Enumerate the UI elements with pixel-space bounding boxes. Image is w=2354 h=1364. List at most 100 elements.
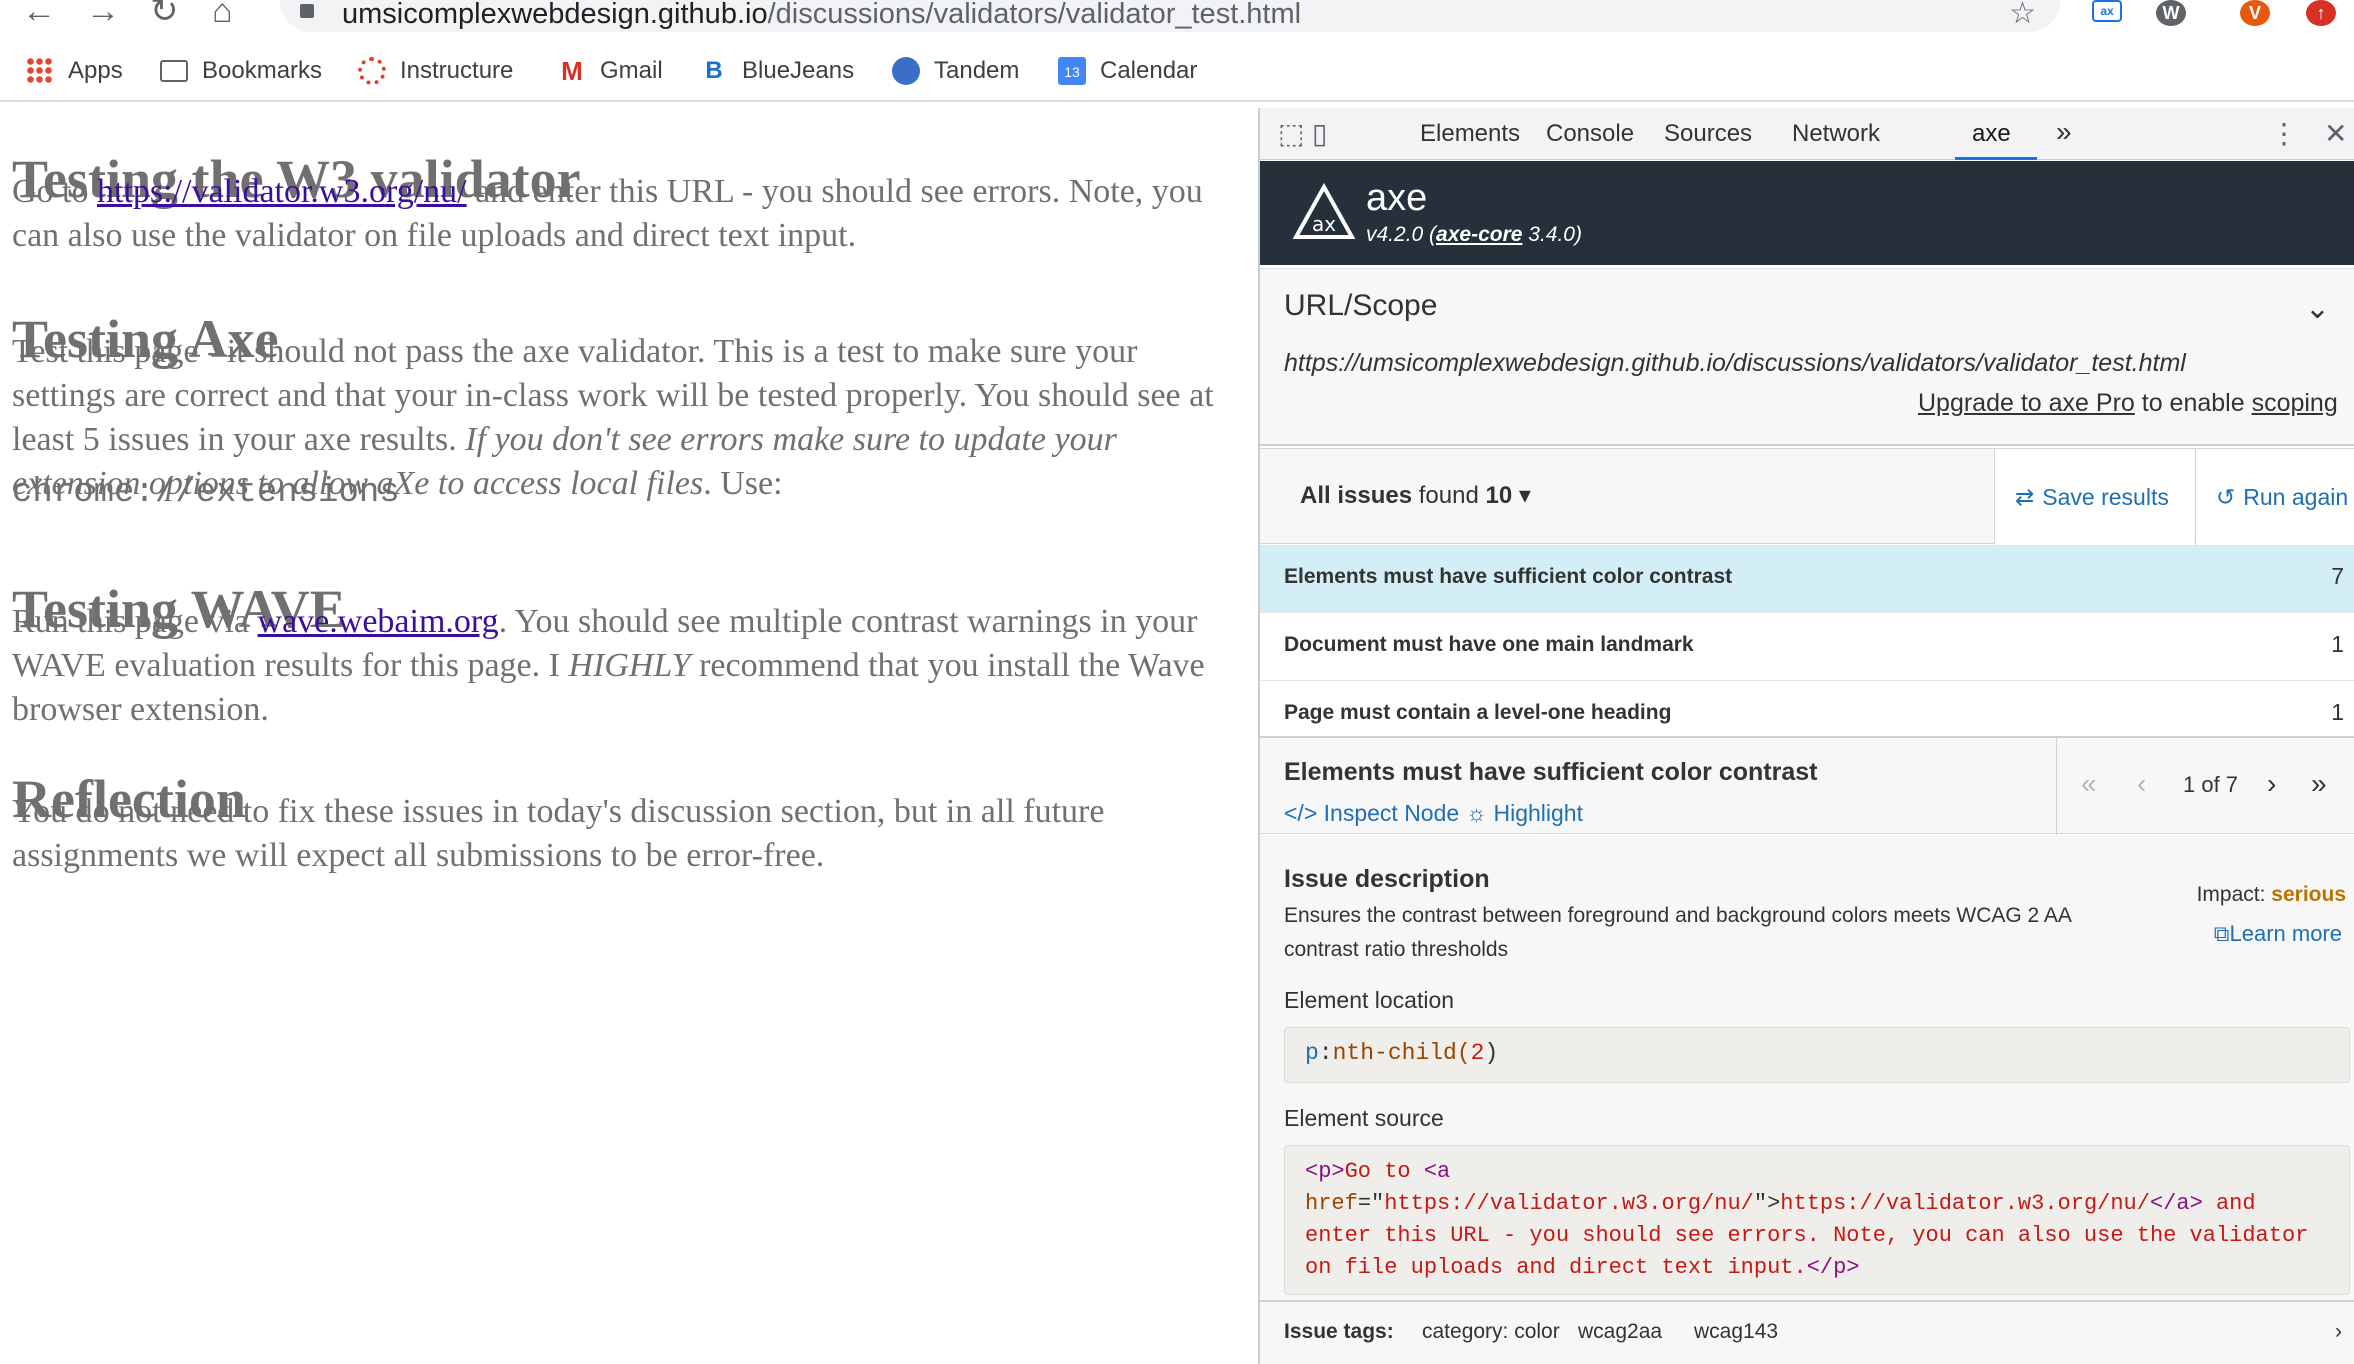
wave-link[interactable]: wave.webaim.org [258,603,499,640]
selector-number: 2 [1470,1040,1485,1066]
bookmark-star-icon[interactable]: ☆ [2009,0,2036,31]
instructure-icon [358,57,386,85]
update-icon[interactable]: ↑ [2306,0,2336,26]
folder-icon [160,60,188,82]
scope-url: https://umsicomplexwebdesign.github.io/d… [1284,349,2186,377]
save-label: Save results [2042,483,2169,510]
url-path: /discussions/validators/validator_test.h… [767,0,1302,30]
issue-row-main-landmark[interactable]: Document must have one main landmark 1 [1260,613,2354,681]
text: Run this page via [12,603,258,640]
src-attr-value: https://validator.w3.org/nu/ [1384,1191,1754,1216]
highlight-button[interactable]: ☼ Highlight [1466,800,1583,827]
src-tag: </p> [1806,1255,1860,1280]
bookmark-instructure[interactable]: Instructure [358,54,513,88]
chevron-right-icon[interactable]: › [2335,1320,2342,1344]
axe-header: ax axe v4.2.0 (axe-core 3.4.0) [1260,161,2354,265]
close-devtools-icon[interactable]: ✕ [2324,118,2347,150]
element-location-selector: p:nth-child(2) [1284,1027,2350,1083]
profile-avatar[interactable]: V [2240,0,2270,26]
chevron-down-icon[interactable]: ⌄ [2305,291,2330,326]
calendar-icon: 13 [1058,57,1086,85]
forward-arrow-icon[interactable]: → [86,0,120,28]
issue-detail-title: Elements must have sufficient color cont… [1284,758,1818,786]
run-label: Run again [2243,483,2349,510]
issues-summary-bar: All issues found 10 ▾ ⇄ Save results ↺ Run… [1260,448,2354,545]
version-text: v4.2.0 ( [1366,223,1437,246]
selector-tag: p [1305,1040,1319,1066]
axe-title: axe [1366,177,1428,219]
reload-icon[interactable]: ↻ [150,0,179,28]
text: Go to [12,173,97,210]
url-host: umsicomplexwebdesign.github.io [342,0,768,30]
tab-axe[interactable]: axe [1972,120,2011,148]
device-toolbar-icon[interactable]: ▯ [1312,118,1327,150]
highlight-icon: ☼ [1466,800,1494,826]
axe-core-link[interactable]: axe-core [1436,223,1522,246]
bookmark-label: BlueJeans [742,57,855,84]
learn-more-link[interactable]: ⧉Learn more [2214,921,2342,947]
tag-category-color: category: color [1422,1320,1560,1343]
src-attr: href [1305,1191,1358,1216]
save-results-button[interactable]: ⇄ Save results [1994,449,2194,545]
tab-elements[interactable]: Elements [1420,120,1520,148]
result-pager: « ‹ 1 of 7 › » [2056,738,2354,836]
bookmark-label: Instructure [400,57,514,84]
upgrade-link[interactable]: Upgrade to axe Pro [1918,389,2135,417]
last-page-icon[interactable]: » [2311,768,2327,800]
src-tag: <a [1423,1159,1451,1184]
scoping-link[interactable]: scoping [2252,389,2338,417]
bookmark-bluejeans[interactable]: B BlueJeans [700,54,854,88]
bookmark-bookmarks[interactable]: Bookmarks [160,54,322,88]
axe-version: v4.2.0 (axe-core 3.4.0) [1366,223,1582,247]
back-arrow-icon[interactable]: ← [22,0,56,28]
bookmark-tandem[interactable]: Tandem [892,54,1019,88]
prev-page-icon[interactable]: ‹ [2137,768,2146,800]
selector-close: ) [1484,1040,1499,1066]
external-link-icon: ⧉ [2213,921,2230,946]
selector-colon: : [1318,1040,1333,1066]
devtools-tabbar: ⬚ ▯ Elements Console Sources Network axe… [1260,108,2354,160]
bluejeans-icon: B [705,57,723,84]
element-source-code: <p>Go to <a href="https://validator.w3.or… [1284,1145,2350,1295]
caret-down-icon: ▾ [1518,482,1531,509]
axe-logo-icon: ax [1292,183,1356,239]
scope-panel: URL/Scope ⌄ https://umsicomplexwebdesign… [1260,268,2354,446]
address-url[interactable]: umsicomplexwebdesign.github.io/discussio… [342,0,1301,31]
src-tag: <p> [1305,1159,1345,1184]
more-tabs-icon[interactable]: » [2056,116,2072,148]
lock-icon [300,4,314,18]
run-again-button[interactable]: ↺ Run again [2195,449,2354,545]
kebab-menu-icon[interactable]: ⋮ [2270,118,2298,150]
wordpress-extension-icon[interactable]: W [2156,0,2186,26]
issue-row-color-contrast[interactable]: Elements must have sufficient color cont… [1260,545,2354,613]
gmail-icon: M [561,56,583,86]
bookmark-gmail[interactable]: M Gmail [558,54,663,88]
issue-description-text: Ensures the contrast between foreground … [1284,904,2071,961]
issues-count: 10 [1485,482,1513,509]
tab-console[interactable]: Console [1546,120,1634,148]
tag-wcag143: wcag143 [1694,1320,1779,1343]
bookmark-apps[interactable]: Apps [26,54,123,88]
issue-tags-bar: Issue tags: category: color wcag2aa wcag… [1260,1300,2354,1364]
axe-extension-icon[interactable]: ax [2092,0,2122,22]
home-icon[interactable]: ⌂ [212,0,233,28]
tab-network[interactable]: Network [1792,120,1880,148]
inspect-element-icon[interactable]: ⬚ [1278,118,1304,150]
validator-link[interactable]: https://validator.w3.org/nu/ [97,173,467,210]
learn-more-label: Learn more [2229,921,2342,946]
refresh-icon: ↺ [2216,483,2236,510]
issue-label: Document must have one main landmark [1284,633,1694,656]
issues-filter-dropdown[interactable]: All issues found 10 ▾ [1300,481,1531,510]
selector-pseudo: nth-child( [1332,1040,1471,1066]
bookmark-calendar[interactable]: 13 Calendar [1058,54,1197,88]
next-page-icon[interactable]: › [2267,768,2276,800]
element-source-label: Element source [1284,1105,1444,1131]
impact-value: serious [2271,883,2346,906]
upgrade-notice: Upgrade to axe Pro to enable scoping [1918,389,2338,418]
highlight-label: Highlight [1493,800,1583,826]
impact-text: Impact: [2196,883,2272,906]
tab-sources[interactable]: Sources [1664,120,1752,148]
first-page-icon[interactable]: « [2081,768,2097,800]
address-bar[interactable]: umsicomplexwebdesign.github.io/discussio… [280,0,2060,32]
inspect-node-button[interactable]: </> Inspect Node [1284,800,1459,827]
